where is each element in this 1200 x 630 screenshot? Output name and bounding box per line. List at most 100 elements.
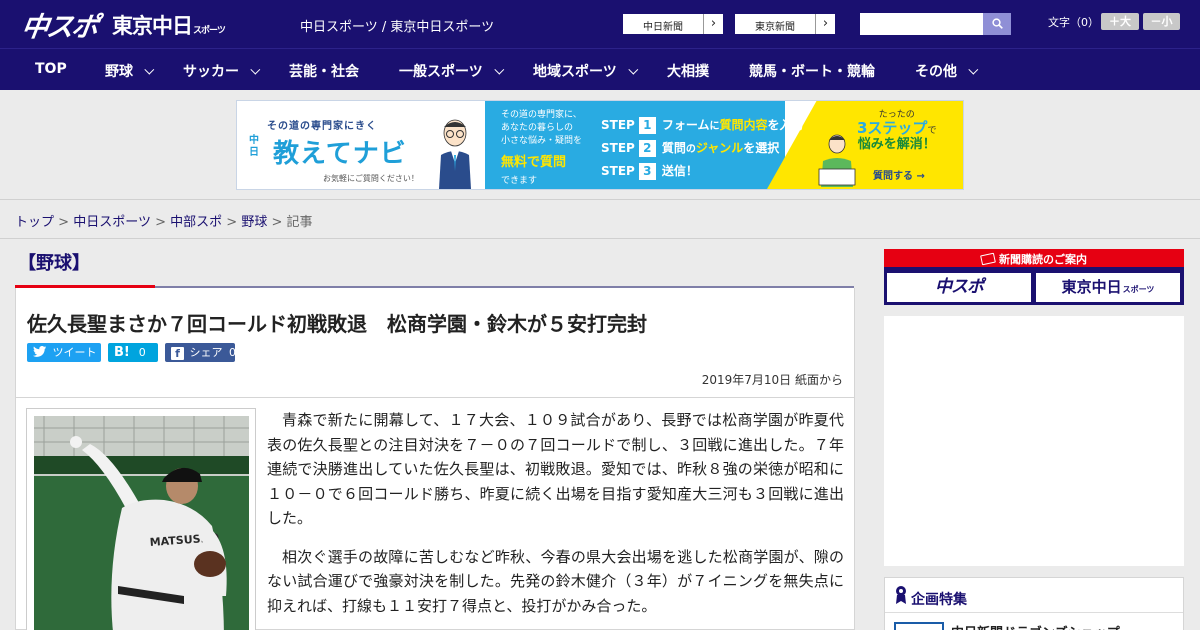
breadcrumb-bar: トップ > 中日スポーツ > 中部スポ > 野球 > 記事 [0,199,1200,239]
chevron-down-icon [968,64,979,75]
chevron-right-icon: › [703,14,723,34]
article-header-card: 佐久長聖まさか７回コールド初戦敗退 松商学園・鈴木が５安打完封 ツイート B! … [15,288,855,398]
facebook-share-button[interactable]: f シェア 0 [165,343,236,362]
step-word: STEP [601,118,635,132]
pitcher-photo: MATSUSHO [34,416,249,630]
search-icon [991,18,1003,29]
step-mid: の [685,144,696,155]
breadcrumb: トップ > 中日スポーツ > 中部スポ > 野球 > 記事 [15,211,313,230]
step-post: を入力 [767,118,804,132]
chevron-down-icon [250,64,261,75]
chevron-down-icon [144,64,155,75]
nav-label: 一般スポーツ [399,64,483,80]
banner-ask-button[interactable]: 質問する → [873,167,925,182]
chevron-down-icon [628,64,639,75]
newspaper-icon [980,252,996,266]
banner-note: お気軽にご質問ください！ [323,174,419,183]
sidebar-ad-slot[interactable] [884,316,1184,566]
tokyo-sub-logo-small: スポーツ [1122,285,1155,294]
step-highlight: ジャンル [695,141,744,155]
breadcrumb-top[interactable]: トップ [15,215,54,230]
font-larger-button[interactable]: ＋大 [1101,13,1139,30]
banner-step-2: STEP 2 質問のジャンルを選択 [601,139,779,157]
feature-divider [885,612,1183,613]
step-word: STEP [601,141,635,155]
hatena-bookmark-button[interactable]: B! 0 [108,343,158,362]
nav-item-baseball[interactable]: 野球 [105,61,155,81]
feature-box: 企画特集 中日新聞ドラゴンズショップ [884,577,1184,630]
nav-label: TOP [35,61,67,77]
nav-item-general-sports[interactable]: 一般スポーツ [399,61,505,81]
chevron-down-icon [494,64,505,75]
article-headline: 佐久長聖まさか７回コールド初戦敗退 松商学園・鈴木が５安打完封 [27,312,647,336]
breadcrumb-chunichi-sports[interactable]: 中日スポーツ [73,215,151,230]
tweet-button[interactable]: ツイート [27,343,101,362]
feature-item-link[interactable]: 中日新聞ドラゴンズショップ [951,622,1120,630]
nav-item-sumo[interactable]: 大相撲 [667,61,709,81]
breadcrumb-chubu-supo[interactable]: 中部スポ [170,215,222,230]
tokyo-logo-sub: スポーツ [193,26,226,36]
banner-tagline: その道の専門家にきく [267,121,377,132]
search-button[interactable] [983,13,1011,35]
breadcrumb-separator: > [271,215,283,230]
chusupo-subscribe-link[interactable]: 中スポ [887,273,1031,302]
user-laptop-illustration [818,134,856,187]
section-label: 【野球】 [18,253,90,274]
nav-label: その他 [915,64,957,80]
nav-item-racing[interactable]: 競馬・ボート・競輪 [749,61,875,81]
article-photo-frame[interactable]: MATSUSHO [26,408,256,630]
nav-item-top[interactable]: TOP [35,61,67,77]
breadcrumb-separator: > [226,215,238,230]
search-input[interactable] [860,13,983,35]
banner-title: 教えてナビ [273,139,407,169]
step-pre: 質問 [661,141,686,155]
nav-item-entertainment[interactable]: 芸能・社会 [289,61,359,81]
breadcrumb-separator: > [155,215,166,230]
breadcrumb-baseball[interactable]: 野球 [241,215,267,230]
article-dateline: 2019年7月10日 紙面から [701,373,843,387]
nav-label: 競馬・ボート・競輪 [749,64,875,80]
step-pre: フォーム [661,118,710,132]
step-highlight: 質問内容 [719,118,768,132]
tweet-label: ツイート [52,346,97,359]
nav-label: 地域スポーツ [533,64,617,80]
feature-thumbnail[interactable] [894,622,944,630]
step-pre: 送信！ [661,164,698,178]
tokyo-shimbun-label: 東京新聞 [755,22,795,33]
breadcrumb-separator: > [58,215,70,230]
banner-easy: たったの 3ステップで 悩みを解消！ [857,109,936,151]
tokyo-chunichi-logo[interactable]: 東京中日スポーツ [112,10,226,40]
article-paragraph: 相次ぐ選手の故障に苦しむなど昨秋、今春の県大会出場を逃した松商学園が、隙のない試… [267,547,844,615]
banner-step-3: STEP 3 送信！ [601,162,698,180]
facebook-count: 0 [229,346,236,359]
hatena-count: 0 [138,346,146,359]
banner-left-panel: その道の専門家にきく 中日 教えてナビ お気軽にご質問ください！ [237,101,485,189]
article-body-card: MATSUSHO 青森で新たに開幕して、１７大会、１０９試合があり、長野では松商… [15,398,855,630]
feature-title: 企画特集 [911,592,967,608]
oshiete-navi-banner[interactable]: その道の専門家にきく 中日 教えてナビ お気軽にご質問ください！ その道の専門家… [236,100,964,190]
tokyo-shimbun-link[interactable]: 東京新聞 › [734,13,836,35]
article-body: 青森で新たに開幕して、１７大会、１０９試合があり、長野では松商学園が昨夏代表の佐… [267,408,844,630]
chunichi-shimbun-label: 中日新聞 [643,22,683,33]
facebook-icon: f [171,347,184,360]
site-links[interactable]: 中日スポーツ / 東京中日スポーツ [300,16,494,35]
main-nav: TOP 野球 サッカー 芸能・社会 一般スポーツ 地域スポーツ 大相撲 競馬・ボ… [0,48,1200,90]
tokyo-logo-text: 東京中日 [112,14,193,38]
banner-dekimasu: できます [501,176,538,186]
step-number: 1 [638,117,656,134]
banner-step-1: STEP 1 フォームに質問内容を入力 [601,116,804,134]
tokyo-chunichi-subscribe-link[interactable]: 東京中日スポーツ [1036,273,1180,302]
banner-intro: その道の専門家に、 あなたの暮らしの 小さな悩み・疑問を [501,109,582,148]
nav-label: 芸能・社会 [289,64,359,80]
nav-label: 大相撲 [667,64,709,80]
nav-item-other[interactable]: その他 [915,61,979,81]
nav-item-local-sports[interactable]: 地域スポーツ [533,61,639,81]
step-number: 3 [638,163,656,180]
twitter-bird-icon [33,346,46,357]
font-smaller-button[interactable]: －小 [1143,13,1180,30]
nav-item-soccer[interactable]: サッカー [183,61,261,81]
nav-label: 野球 [105,64,133,80]
chusupo-logo[interactable]: 中スポ [19,5,99,44]
chunichi-shimbun-link[interactable]: 中日新聞 › [622,13,724,35]
step-post: を選択 [743,141,780,155]
